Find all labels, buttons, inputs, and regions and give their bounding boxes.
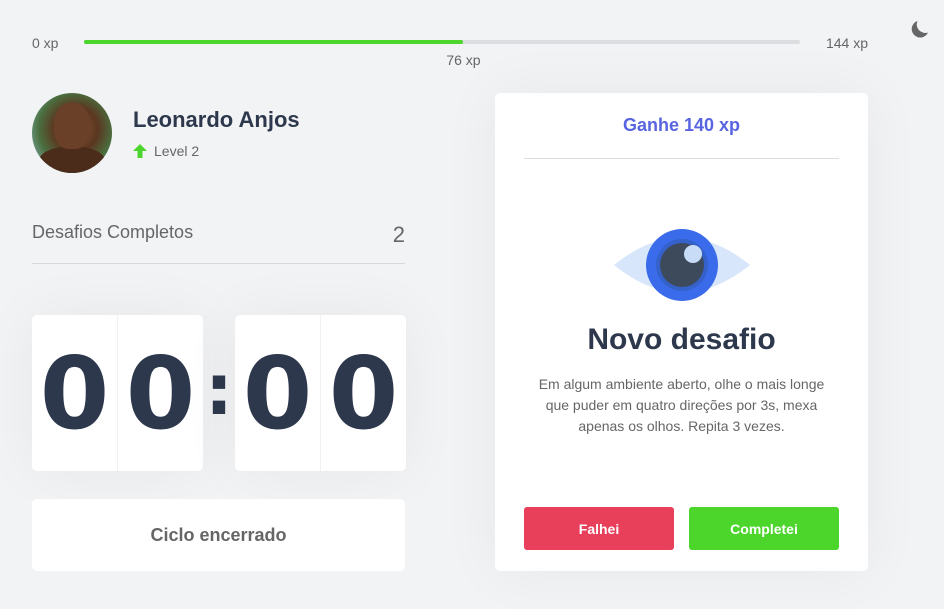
challenge-actions: Falhei Completei — [524, 507, 839, 550]
challenge-xp-header: Ganhe 140 xp — [524, 93, 839, 159]
second-right-digit: 0 — [320, 315, 406, 471]
arrow-up-icon — [133, 144, 147, 158]
complete-button[interactable]: Completei — [689, 507, 839, 550]
xp-max-label: 144 xp — [825, 35, 868, 51]
minute-left-digit: 0 — [39, 334, 110, 452]
profile: Leonardo Anjos Level 2 — [32, 93, 300, 173]
completed-challenges-label: Desafios Completos — [32, 222, 194, 242]
profile-level: Level 2 — [133, 143, 300, 159]
completed-challenges-count: 2 — [392, 222, 405, 247]
eye-icon — [614, 229, 750, 301]
experience-bar: 0 xp 76 xp 144 xp — [32, 30, 868, 70]
second-left-digit: 0 — [242, 334, 313, 452]
profile-name: Leonardo Anjos — [133, 107, 300, 132]
minute-right-digit: 0 — [117, 315, 203, 471]
xp-fill — [84, 40, 464, 44]
minutes-box: 0 0 — [32, 315, 203, 471]
countdown-separator: : — [205, 349, 233, 431]
level-label: Level 2 — [154, 143, 200, 159]
avatar — [32, 93, 112, 173]
challenge-title: Novo desafio — [587, 323, 776, 356]
fail-button[interactable]: Falhei — [524, 507, 674, 550]
completed-challenges: Desafios Completos 2 — [32, 222, 405, 264]
moon-icon[interactable] — [908, 17, 932, 41]
xp-track — [84, 40, 800, 44]
challenge-card: Ganhe 140 xp Novo desafio Em algum ambie… — [495, 93, 868, 571]
seconds-box: 0 0 — [235, 315, 406, 471]
cycle-finished-button[interactable]: Ciclo encerrado — [32, 499, 405, 571]
xp-current-label: 76 xp — [446, 52, 481, 68]
challenge-description: Em algum ambiente aberto, olhe o mais lo… — [538, 376, 825, 434]
xp-min-label: 0 xp — [32, 35, 59, 51]
countdown: 0 0 : 0 0 — [32, 315, 406, 471]
